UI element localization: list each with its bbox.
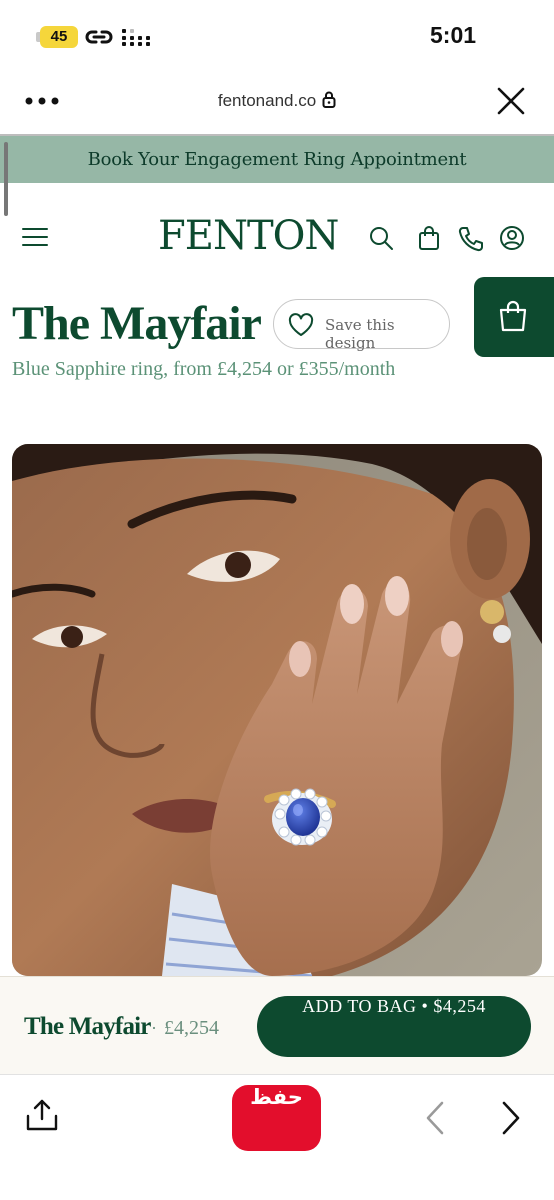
save-design-label: Save this design (325, 316, 395, 352)
product-title: The Mayfair (12, 297, 262, 350)
back-icon[interactable] (424, 1101, 446, 1140)
clock: 5:01 (430, 22, 477, 48)
battery-indicator: 45 (40, 26, 78, 48)
promo-text: Book Your Engagement Ring Appointment (87, 149, 467, 170)
close-icon[interactable] (496, 86, 526, 121)
site-header: FENTON (0, 185, 554, 275)
browser-url-bar: fentonand.co (0, 70, 554, 134)
search-icon[interactable] (368, 225, 394, 256)
bag-icon[interactable] (417, 225, 441, 256)
share-icon[interactable] (24, 1097, 60, 1138)
save-pin-button[interactable]: حفظ (232, 1085, 321, 1151)
account-icon[interactable] (499, 225, 525, 256)
sticky-product-name: The Mayfair (24, 1013, 151, 1040)
product-photo[interactable] (12, 444, 542, 976)
price-separator: · (151, 1018, 157, 1038)
logo[interactable]: FENTON (158, 213, 339, 259)
sticky-price: £4,254 (164, 1017, 219, 1039)
status-bar: 45 5:01 (0, 0, 554, 70)
promo-banner[interactable]: Book Your Engagement Ring Appointment (0, 136, 554, 183)
hamburger-icon[interactable] (22, 227, 48, 252)
heart-icon (288, 313, 314, 342)
save-design-button[interactable]: Save this design (273, 299, 450, 352)
url-text: fentonand.co (217, 91, 317, 110)
floating-bag-button[interactable] (474, 277, 554, 357)
link-icon (84, 26, 114, 53)
product-subtitle: Blue Sapphire ring, from £4,254 or £355/… (12, 358, 396, 380)
forward-icon[interactable] (500, 1101, 522, 1140)
phone-icon[interactable] (457, 225, 485, 258)
browser-toolbar: حفظ (0, 1074, 554, 1200)
sticky-add-to-bag-bar: The Mayfair · £4,254 ADD TO BAG • $4,254 (0, 976, 554, 1074)
bag-icon (498, 300, 528, 337)
signal-icon (122, 27, 152, 52)
lock-icon (322, 91, 336, 113)
add-to-bag-button[interactable]: ADD TO BAG • $4,254 (257, 996, 531, 1057)
url-display[interactable]: fentonand.co (0, 91, 554, 113)
